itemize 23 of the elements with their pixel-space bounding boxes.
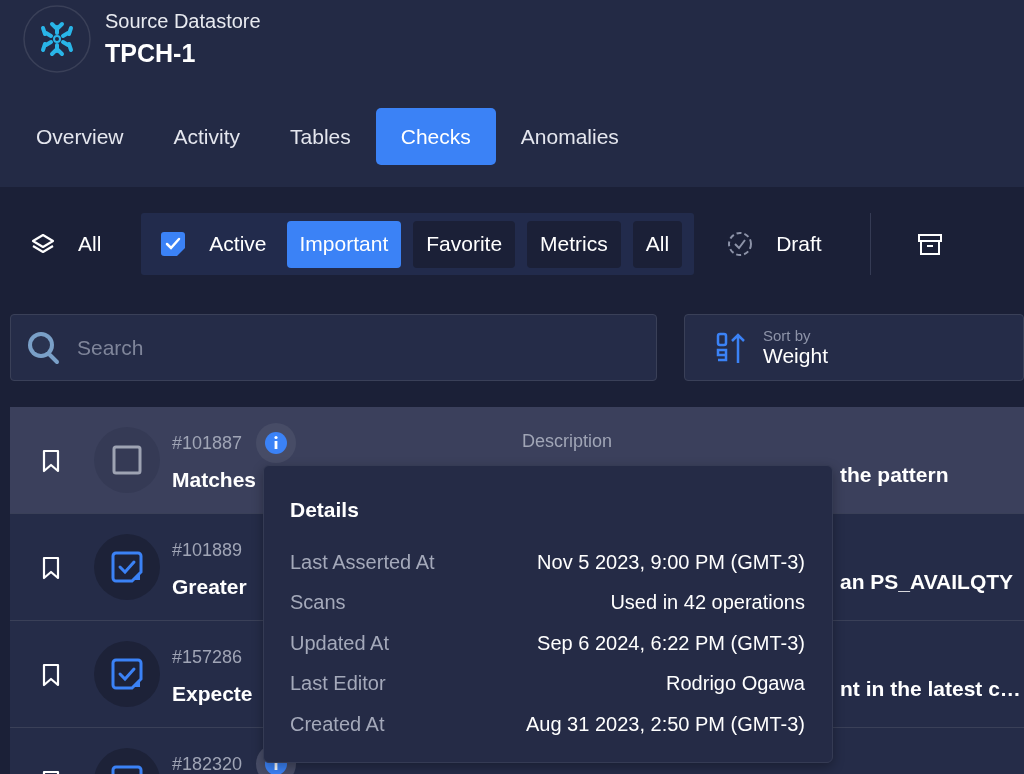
check-title: Greater — [172, 575, 247, 599]
detail-value: Rodrigo Ogawa — [666, 672, 805, 696]
detail-value: Sep 6 2024, 6:22 PM (GMT-3) — [537, 631, 805, 655]
detail-label: Last Asserted At — [290, 550, 435, 574]
detail-label: Last Editor — [290, 672, 386, 696]
check-id: #182320 — [172, 753, 243, 774]
sort-label: Sort by — [763, 327, 812, 344]
detail-label: Updated At — [290, 631, 389, 655]
check-title: Matches — [172, 468, 257, 492]
datastore-type: Source Datastore — [105, 10, 261, 33]
detail-label: Scans — [290, 591, 346, 615]
description-label: Description — [522, 431, 613, 452]
check-id: #157286 — [172, 646, 243, 668]
check-id: #101887 — [172, 432, 243, 454]
check-title: Expecte — [172, 682, 253, 706]
check-id: #101889 — [172, 539, 243, 561]
detail-value: Used in 42 operations — [610, 591, 805, 615]
check-description: the pattern — [840, 463, 949, 487]
detail-value: Nov 5 2023, 9:00 PM (GMT-3) — [537, 550, 805, 574]
check-description: an PS_AVAILQTY — [840, 570, 1014, 594]
sort-value: Weight — [763, 344, 828, 368]
datastore-name: TPCH-1 — [105, 39, 197, 68]
check-description: nt in the latest c… — [840, 677, 1021, 701]
